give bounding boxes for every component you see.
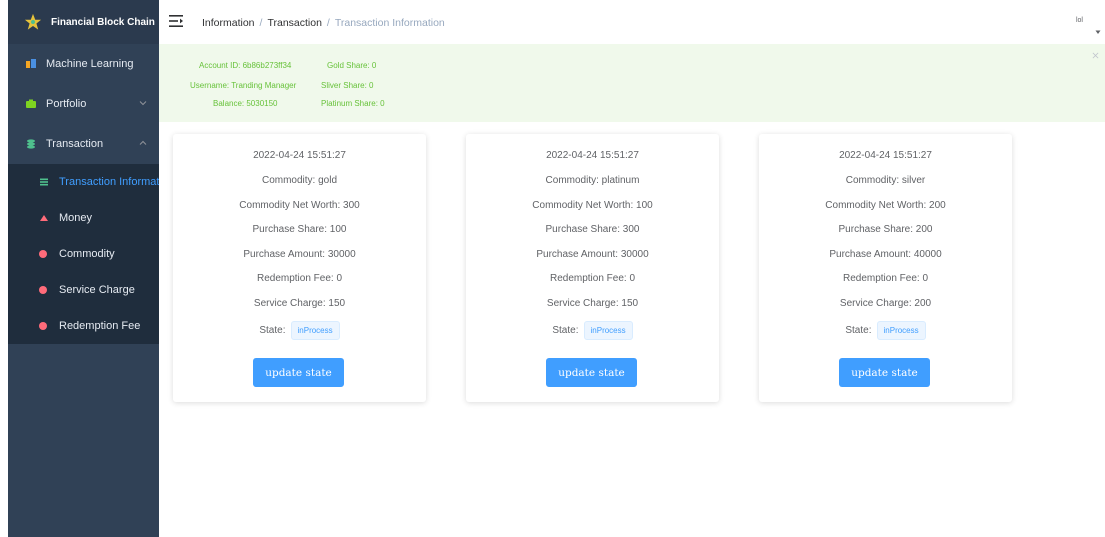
sidebar-subitem-label: Transaction Information <box>59 176 159 188</box>
transaction-time: 2022-04-24 15:51:27 <box>839 150 932 161</box>
top-navbar: Information / Transaction / Transaction Info… <box>159 0 1105 44</box>
account-info-alert: Account ID: 6b86b273ff34 Gold Share: 0 U… <box>159 44 1105 122</box>
sidebar-item-machine-learning[interactable]: Machine Learning <box>8 44 159 84</box>
commodity-net-worth: Commodity Net Worth: 100 <box>532 200 653 211</box>
sidebar-subitem-commodity[interactable]: Commodity <box>8 236 159 272</box>
sidebar: Financial Block Chain Machine Learning P… <box>8 0 159 537</box>
status-badge: inProcess <box>290 321 340 340</box>
chevron-up-icon <box>139 140 147 145</box>
hamburger-icon[interactable] <box>169 15 183 27</box>
purchase-share: Purchase Share: 300 <box>545 224 640 235</box>
purchase-share: Purchase Share: 200 <box>838 224 933 235</box>
dot-icon <box>39 286 47 294</box>
state-row: State: inProcess <box>759 321 1012 340</box>
update-state-button[interactable]: update state <box>546 358 637 387</box>
balance: Balance: 5030150 <box>213 99 278 108</box>
silver-share: Sliver Share: 0 <box>321 81 374 90</box>
transaction-submenu: Transaction Information Money Commodity … <box>8 164 159 344</box>
purchase-amount: Purchase Amount: 30000 <box>536 249 649 260</box>
transaction-card: 2022-04-24 15:51:27 Commodity: platinum … <box>466 134 719 402</box>
account-id: Account ID: 6b86b273ff34 <box>199 61 292 70</box>
redemption-fee: Redemption Fee: 0 <box>549 273 636 284</box>
money-icon <box>40 215 48 221</box>
sidebar-item-transaction[interactable]: Transaction <box>8 124 159 164</box>
portfolio-icon <box>26 99 36 108</box>
state-row: State: inProcess <box>173 321 426 340</box>
brand-title: Financial Block Chain <box>51 16 155 28</box>
sidebar-subitem-label: Money <box>59 212 93 224</box>
sidebar-item-portfolio[interactable]: Portfolio <box>8 84 159 124</box>
sidebar-subitem-redemption-fee[interactable]: Redemption Fee <box>8 308 159 344</box>
state-row: State: inProcess <box>466 321 719 340</box>
commodity-net-worth: Commodity Net Worth: 200 <box>825 200 946 211</box>
list-icon <box>40 178 48 186</box>
status-badge: inProcess <box>876 321 926 340</box>
sidebar-item-label: Portfolio <box>46 98 87 110</box>
service-charge: Service Charge: 200 <box>839 298 932 309</box>
caret-down-icon[interactable] <box>1095 29 1101 35</box>
commodity: Commodity: platinum <box>545 175 640 186</box>
transaction-card: 2022-04-24 15:51:27 Commodity: gold Comm… <box>173 134 426 402</box>
redemption-fee: Redemption Fee: 0 <box>842 273 929 284</box>
platinum-share: Platinum Share: 0 <box>321 99 385 108</box>
sidebar-subitem-label: Redemption Fee <box>59 320 141 332</box>
username: Username: Tranding Manager <box>190 81 297 90</box>
commodity-net-worth: Commodity Net Worth: 300 <box>239 200 360 211</box>
sidebar-item-label: Machine Learning <box>46 58 134 70</box>
ml-icon <box>26 59 36 68</box>
purchase-amount: Purchase Amount: 40000 <box>829 249 942 260</box>
state-label: State: <box>259 325 286 336</box>
transaction-time: 2022-04-24 15:51:27 <box>546 150 639 161</box>
dot-icon <box>39 250 47 258</box>
close-icon[interactable] <box>1092 52 1099 59</box>
chevron-down-icon <box>139 101 147 106</box>
sidebar-item-label: Transaction <box>46 138 104 150</box>
transaction-card: 2022-04-24 15:51:27 Commodity: silver Co… <box>759 134 1012 402</box>
commodity: Commodity: silver <box>845 175 926 186</box>
breadcrumb-item[interactable]: Transaction <box>267 17 321 29</box>
purchase-amount: Purchase Amount: 30000 <box>243 249 356 260</box>
commodity: Commodity: gold <box>261 175 338 186</box>
dot-icon <box>39 322 47 330</box>
update-state-button[interactable]: update state <box>253 358 344 387</box>
sidebar-subitem-money[interactable]: Money <box>8 200 159 236</box>
gold-share: Gold Share: 0 <box>327 61 377 70</box>
state-label: State: <box>552 325 579 336</box>
transaction-icon <box>27 139 35 149</box>
sidebar-subitem-service-charge[interactable]: Service Charge <box>8 272 159 308</box>
state-label: State: <box>845 325 872 336</box>
purchase-share: Purchase Share: 100 <box>252 224 347 235</box>
status-badge: inProcess <box>583 321 633 340</box>
update-state-button[interactable]: update state <box>839 358 930 387</box>
breadcrumb-item[interactable]: Information <box>202 17 255 29</box>
app-root: Financial Block Chain Machine Learning P… <box>0 0 1105 537</box>
transaction-time: 2022-04-24 15:51:27 <box>253 150 346 161</box>
breadcrumb-item-current: Transaction Information <box>334 17 445 29</box>
service-charge: Service Charge: 150 <box>546 298 639 309</box>
breadcrumb: Information / Transaction / Transaction Info… <box>202 17 445 29</box>
breadcrumb-separator: / <box>259 17 263 29</box>
sidebar-subitem-transaction-information[interactable]: Transaction Information <box>8 164 159 200</box>
redemption-fee: Redemption Fee: 0 <box>256 273 343 284</box>
brand[interactable]: Financial Block Chain <box>8 0 159 44</box>
service-charge: Service Charge: 150 <box>253 298 346 309</box>
sidebar-subitem-label: Commodity <box>59 248 115 260</box>
star-logo-icon <box>24 13 42 30</box>
breadcrumb-separator: / <box>326 17 330 29</box>
sidebar-subitem-label: Service Charge <box>59 284 135 296</box>
avatar[interactable]: lol <box>1076 17 1083 24</box>
